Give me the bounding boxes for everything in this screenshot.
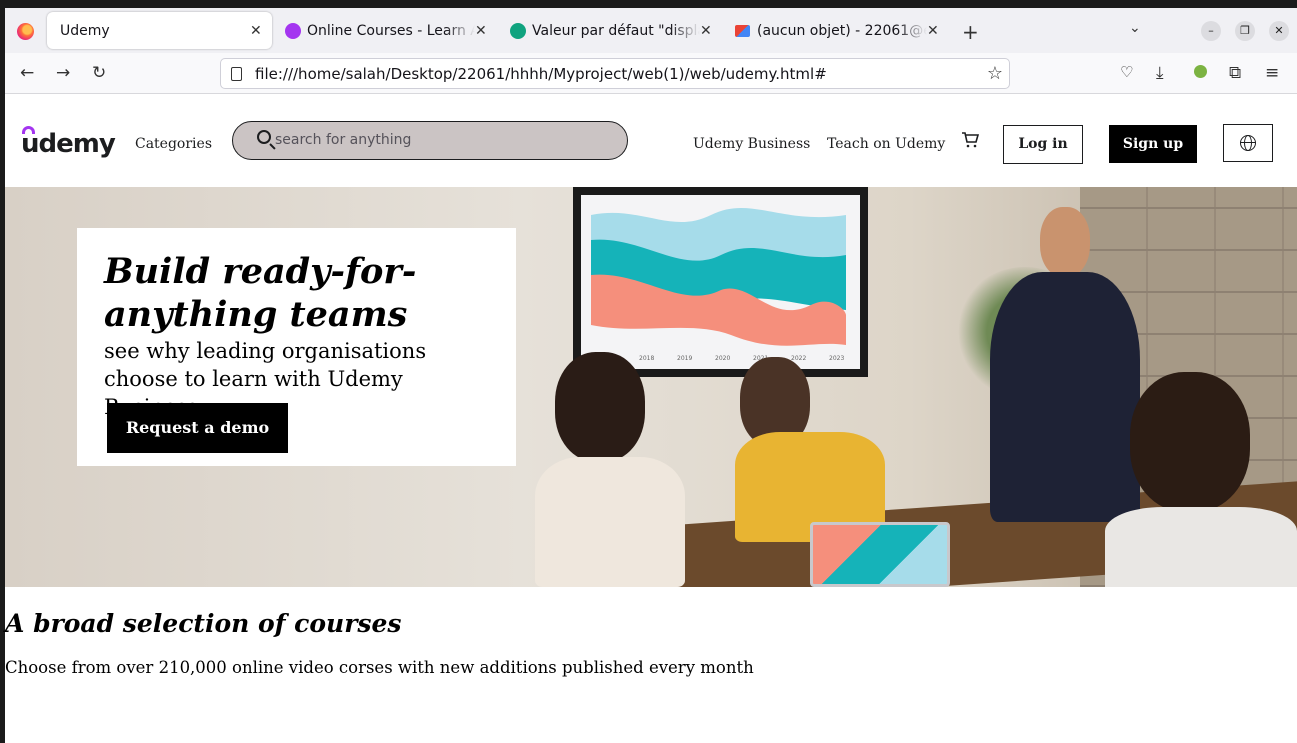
chatgpt-favicon-icon <box>510 22 526 39</box>
teach-on-udemy-link[interactable]: Teach on Udemy <box>827 136 945 152</box>
gmail-favicon-icon <box>735 24 750 37</box>
browser-nav-bar: ← → ↻ file:///home/salah/Desktop/22061/h… <box>5 53 1297 94</box>
close-window-icon[interactable]: ✕ <box>1269 21 1289 41</box>
new-tab-icon[interactable]: + <box>962 20 979 44</box>
udemy-business-link[interactable]: Udemy Business <box>693 136 810 152</box>
bookmark-star-icon[interactable]: ☆ <box>987 63 1003 84</box>
search-icon <box>257 130 271 144</box>
person-foreground-hair <box>1130 372 1250 512</box>
globe-icon <box>1240 135 1256 151</box>
page-icon <box>231 67 242 81</box>
search-input[interactable]: search for anything <box>275 132 411 148</box>
signup-button[interactable]: Sign up <box>1109 125 1197 163</box>
chart-year-label: 2018 <box>639 355 654 362</box>
search-bar[interactable]: search for anything <box>232 121 628 160</box>
chart-year-label: 2023 <box>829 355 844 362</box>
url-text[interactable]: file:///home/salah/Desktop/22061/hhhh/My… <box>255 65 827 83</box>
close-icon[interactable]: ✕ <box>927 23 939 39</box>
language-button[interactable] <box>1223 124 1273 162</box>
os-top-bar <box>0 0 1297 8</box>
reload-icon[interactable]: ↻ <box>92 63 106 83</box>
login-button[interactable]: Log in <box>1003 125 1083 164</box>
close-icon[interactable]: ✕ <box>475 23 487 39</box>
categories-link[interactable]: Categories <box>135 136 212 152</box>
tab-udemy[interactable]: Udemy ✕ <box>47 12 272 49</box>
firefox-icon[interactable] <box>17 23 34 40</box>
hero-card: Build ready-for-anything teams see why l… <box>77 228 516 466</box>
hero-banner: 2017 2018 2019 2020 2021 2022 2023 <box>5 187 1297 587</box>
extension-icon[interactable] <box>1194 65 1207 78</box>
extensions-puzzle-icon[interactable]: ⧉ <box>1229 63 1241 83</box>
tab-gmail[interactable]: (aucun objet) - 22061@es ✕ <box>727 12 947 49</box>
hero-title: Build ready-for-anything teams <box>104 251 417 335</box>
minimize-icon[interactable]: – <box>1201 21 1221 41</box>
url-bar[interactable]: file:///home/salah/Desktop/22061/hhhh/My… <box>220 58 1010 89</box>
udemy-logo[interactable]: udemy <box>21 129 116 159</box>
chart-year-label: 2020 <box>715 355 730 362</box>
browser-tab-bar: Udemy ✕ Online Courses - Learn Ar ✕ Vale… <box>5 8 1297 53</box>
chart-year-label: 2019 <box>677 355 692 362</box>
request-demo-button[interactable]: Request a demo <box>107 403 288 453</box>
person-standing <box>990 272 1140 522</box>
downloads-icon[interactable]: ⤓ <box>1156 63 1164 83</box>
close-icon[interactable]: ✕ <box>700 23 712 39</box>
section-title: A broad selection of courses <box>5 609 402 638</box>
person-standing-head <box>1040 207 1090 277</box>
web-page: udemy Categories search for anything Ude… <box>5 94 1297 743</box>
laptop <box>810 522 950 587</box>
pocket-icon[interactable]: ♡ <box>1120 63 1133 81</box>
menu-hamburger-icon[interactable]: ≡ <box>1265 63 1279 83</box>
person-foreground <box>1105 507 1297 587</box>
cart-icon[interactable] <box>961 131 979 149</box>
tab-online-courses[interactable]: Online Courses - Learn Ar ✕ <box>275 12 495 49</box>
restore-icon[interactable]: ❐ <box>1235 21 1255 41</box>
tab-valeur[interactable]: Valeur par défaut "displa ✕ <box>500 12 720 49</box>
list-tabs-chevron-icon[interactable]: ⌄ <box>1129 20 1141 36</box>
presentation-screen: 2017 2018 2019 2020 2021 2022 2023 <box>573 187 868 377</box>
section-subtitle: Choose from over 210,000 online video co… <box>5 658 754 677</box>
tab-label: Udemy <box>60 22 110 39</box>
person-seated <box>535 457 685 587</box>
forward-arrow-icon[interactable]: → <box>56 63 70 83</box>
udemy-favicon-icon <box>285 22 301 39</box>
back-arrow-icon[interactable]: ← <box>20 63 34 83</box>
person-seated-hair <box>555 352 645 462</box>
close-icon[interactable]: ✕ <box>250 23 262 39</box>
